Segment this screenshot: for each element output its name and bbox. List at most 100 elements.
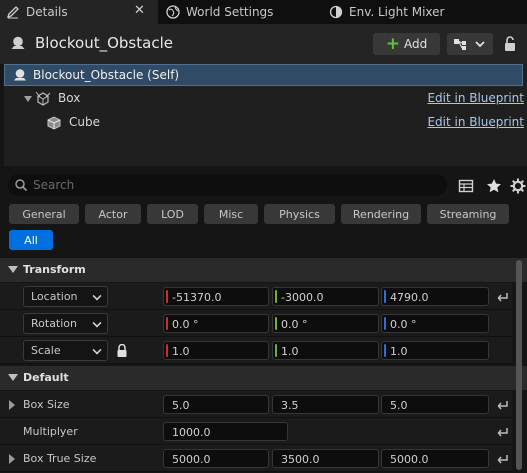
chevron-down-icon[interactable] xyxy=(24,96,32,102)
tab-env-light-mixer-label: Env. Light Mixer xyxy=(349,5,445,19)
chevron-down-icon xyxy=(92,291,102,301)
chevron-right-icon[interactable] xyxy=(9,454,15,464)
scale-y-value: 1.0 xyxy=(281,345,299,358)
chevron-right-icon[interactable] xyxy=(9,400,15,410)
chevron-down-icon xyxy=(92,345,102,355)
rotation-y-value: 0.0 ° xyxy=(281,318,308,331)
add-button[interactable]: + Add xyxy=(373,33,440,55)
box-size-z-value: 5.0 xyxy=(390,399,408,412)
reset-icon[interactable] xyxy=(496,425,510,439)
filter-misc[interactable]: Misc xyxy=(204,204,258,224)
box-size-y-value: 3.5 xyxy=(281,399,299,412)
box-true-size-label: Box True Size xyxy=(23,452,97,465)
lock-icon[interactable] xyxy=(116,344,128,358)
scale-x-field[interactable]: 1.0 xyxy=(163,341,269,360)
box-size-z-field[interactable]: 5.0 xyxy=(381,395,489,414)
table-view-icon[interactable] xyxy=(458,178,474,194)
box-size-label: Box Size xyxy=(23,398,70,411)
rotation-x-value: 0.0 ° xyxy=(172,318,199,331)
location-y-field[interactable]: -3000.0 xyxy=(272,287,379,306)
blueprint-icon xyxy=(454,39,485,50)
box-true-size-y-value: 3500.0 xyxy=(281,453,320,466)
tree-item-cube[interactable]: Cube Edit in Blueprint xyxy=(4,112,524,134)
location-row: Location -51370.0 -3000.0 4790.0 xyxy=(0,283,512,310)
actor-name: Blockout_Obstacle xyxy=(35,34,173,52)
rotation-z-field[interactable]: 0.0 ° xyxy=(381,314,489,333)
box-size-y-field[interactable]: 3.5 xyxy=(272,395,379,414)
tab-bar: Details ✕ World Settings Env. Light Mixe… xyxy=(0,0,527,24)
filter-lod[interactable]: LOD xyxy=(147,204,198,224)
default-section-header[interactable]: Default xyxy=(0,366,527,390)
filter-physics[interactable]: Physics xyxy=(264,204,335,224)
tab-world-settings-label: World Settings xyxy=(186,5,274,19)
edit-in-blueprint-link[interactable]: Edit in Blueprint xyxy=(427,115,524,129)
actor-header: Blockout_Obstacle + Add xyxy=(0,24,527,64)
plus-icon: + xyxy=(385,33,400,54)
static-mesh-icon xyxy=(47,116,61,130)
box-size-x-field[interactable]: 5.0 xyxy=(163,395,269,414)
tree-item-box-label: Box xyxy=(58,91,81,105)
tree-item-box[interactable]: Box Edit in Blueprint xyxy=(4,88,524,110)
tab-world-settings[interactable]: World Settings xyxy=(166,0,316,24)
reset-icon[interactable] xyxy=(496,398,510,412)
scale-dropdown[interactable]: Scale xyxy=(23,340,108,361)
scale-z-value: 1.0 xyxy=(390,345,408,358)
box-true-size-row: Box True Size 5000.0 3500.0 5000.0 xyxy=(0,445,512,472)
star-icon[interactable] xyxy=(486,178,502,194)
chevron-down-icon xyxy=(92,318,102,328)
box-size-x-value: 5.0 xyxy=(172,399,190,412)
transform-section-header[interactable]: Transform xyxy=(0,258,527,282)
reset-icon[interactable] xyxy=(496,290,510,304)
box-true-size-x-value: 5000.0 xyxy=(172,453,211,466)
box-true-size-y-field[interactable]: 3500.0 xyxy=(272,449,379,468)
blueprint-button[interactable] xyxy=(447,33,493,55)
scale-row: Scale 1.0 1.0 1.0 xyxy=(0,337,512,364)
component-tree: Blockout_Obstacle (Self) Box Edit in Blu… xyxy=(4,64,527,166)
tree-item-self[interactable]: Blockout_Obstacle (Self) xyxy=(4,64,523,86)
rotation-x-field[interactable]: 0.0 ° xyxy=(163,314,269,333)
multiplyer-row: Multiplyer 1000.0 xyxy=(0,418,512,445)
box-true-size-z-value: 5000.0 xyxy=(390,453,429,466)
filter-streaming[interactable]: Streaming xyxy=(427,204,509,224)
lock-icon[interactable] xyxy=(503,36,517,52)
light-icon xyxy=(329,5,343,19)
details-scrollbar[interactable] xyxy=(516,260,522,470)
multiplyer-field[interactable]: 1000.0 xyxy=(163,422,288,441)
filter-actor[interactable]: Actor xyxy=(85,204,141,224)
pencil-icon xyxy=(6,6,19,19)
filter-all[interactable]: All xyxy=(9,230,53,250)
filter-general[interactable]: General xyxy=(9,204,79,224)
multiplyer-label: Multiplyer xyxy=(23,425,78,438)
rotation-row: Rotation 0.0 ° 0.0 ° 0.0 ° xyxy=(0,310,512,337)
actor-icon xyxy=(11,36,25,49)
box-size-row: Box Size 5.0 3.5 5.0 xyxy=(0,391,512,418)
tab-details-label: Details xyxy=(26,5,68,19)
box-true-size-x-field[interactable]: 5000.0 xyxy=(163,449,269,468)
filter-rendering[interactable]: Rendering xyxy=(341,204,421,224)
section-title: Default xyxy=(23,371,69,384)
tab-env-light-mixer[interactable]: Env. Light Mixer xyxy=(329,0,479,24)
location-x-field[interactable]: -51370.0 xyxy=(163,287,269,306)
scale-x-value: 1.0 xyxy=(172,345,190,358)
gear-icon[interactable] xyxy=(510,178,526,194)
location-z-value: 4790.0 xyxy=(390,291,429,304)
scale-z-field[interactable]: 1.0 xyxy=(381,341,489,360)
search-icon xyxy=(15,179,28,192)
scale-y-field[interactable]: 1.0 xyxy=(272,341,379,360)
search-input[interactable] xyxy=(33,177,433,193)
rotation-label: Rotation xyxy=(31,317,78,330)
location-dropdown[interactable]: Location xyxy=(23,286,108,307)
close-icon[interactable]: ✕ xyxy=(134,3,145,18)
location-z-field[interactable]: 4790.0 xyxy=(381,287,489,306)
search-box xyxy=(8,174,447,196)
rotation-dropdown[interactable]: Rotation xyxy=(23,313,108,334)
tree-item-self-label: Blockout_Obstacle (Self) xyxy=(33,68,180,82)
section-title: Transform xyxy=(23,263,86,276)
box-true-size-z-field[interactable]: 5000.0 xyxy=(381,449,489,468)
edit-in-blueprint-link[interactable]: Edit in Blueprint xyxy=(427,91,524,105)
rotation-y-field[interactable]: 0.0 ° xyxy=(272,314,379,333)
location-y-value: -3000.0 xyxy=(281,291,324,304)
reset-icon[interactable] xyxy=(496,452,510,466)
multiplyer-value: 1000.0 xyxy=(172,426,211,439)
box-collision-icon xyxy=(35,91,51,106)
